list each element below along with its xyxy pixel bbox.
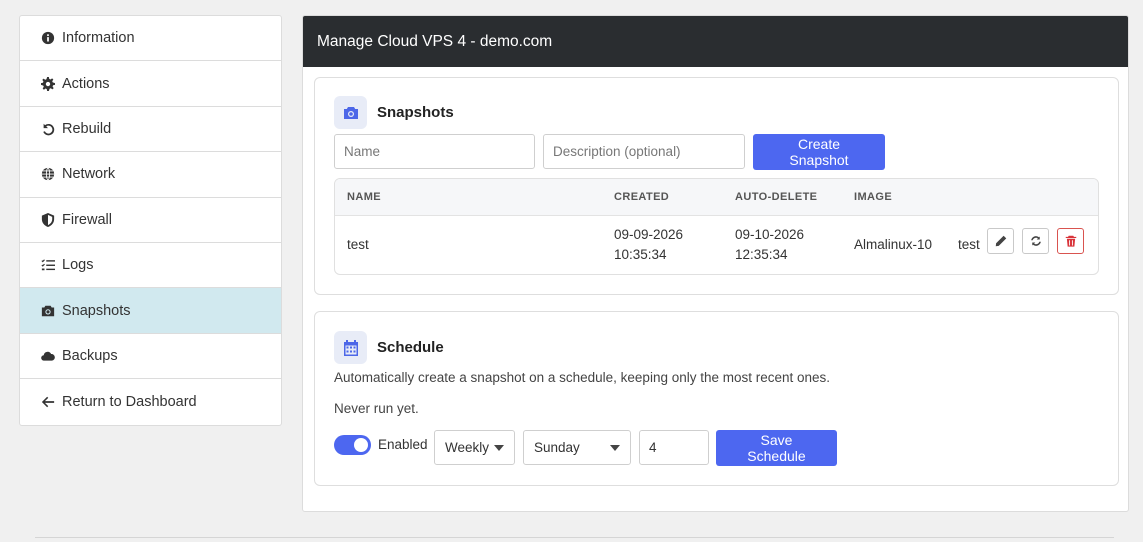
shield-icon xyxy=(40,212,55,227)
column-header-created: CREATED xyxy=(614,191,670,203)
sidebar-item-actions[interactable]: Actions xyxy=(20,61,281,107)
undo-icon xyxy=(40,121,55,136)
sidebar-item-information[interactable]: Information xyxy=(20,16,281,62)
arrow-left-icon xyxy=(40,394,55,409)
table-row: test 09-09-2026 10:35:34 09-10-2026 12:3… xyxy=(335,216,1098,274)
sidebar-item-firewall[interactable]: Firewall xyxy=(20,198,281,243)
schedule-heading: Schedule xyxy=(334,331,444,364)
cloud-icon xyxy=(40,348,55,363)
snapshots-title: Snapshots xyxy=(377,104,454,121)
pencil-icon xyxy=(995,235,1006,247)
chevron-down-icon xyxy=(610,445,620,451)
sidebar-item-label: Actions xyxy=(62,75,110,92)
snapshot-description-cell: test xyxy=(958,237,980,252)
save-schedule-button[interactable]: Save Schedule xyxy=(716,430,837,466)
snapshots-heading: Snapshots xyxy=(334,96,454,129)
sidebar-item-snapshots[interactable]: Snapshots xyxy=(20,288,281,334)
snapshot-image-cell: Almalinux-10 xyxy=(854,237,933,252)
sidebar-item-return-dashboard[interactable]: Return to Dashboard xyxy=(20,379,281,424)
autodelete-date: 09-10-2026 xyxy=(735,227,805,242)
snapshot-description-input[interactable] xyxy=(543,134,745,169)
camera-icon xyxy=(40,303,55,318)
sidebar-item-label: Rebuild xyxy=(62,120,112,137)
snapshots-card: Snapshots Create Snapshot NAME CREATED A… xyxy=(314,77,1119,295)
sidebar-nav: Information Actions Rebuild Network Fire… xyxy=(19,15,282,426)
sidebar-item-label: Backups xyxy=(62,347,118,364)
created-date: 09-09-2026 xyxy=(614,227,684,242)
snapshot-name-cell: test xyxy=(347,237,369,252)
enabled-label: Enabled xyxy=(378,437,428,452)
page-title: Manage Cloud VPS 4 - demo.com xyxy=(303,16,1128,67)
autodelete-time: 12:35:34 xyxy=(735,247,788,262)
schedule-description: Automatically create a snapshot on a sch… xyxy=(334,370,831,385)
chevron-down-icon xyxy=(494,445,504,451)
sidebar-item-label: Network xyxy=(62,166,116,183)
toggle-knob xyxy=(354,438,368,452)
sidebar-item-label: Firewall xyxy=(62,211,112,228)
sidebar-item-label: Logs xyxy=(62,257,94,274)
column-header-image: IMAGE xyxy=(854,191,893,203)
frequency-value: Weekly xyxy=(445,440,490,455)
sidebar-item-rebuild[interactable]: Rebuild xyxy=(20,107,281,153)
column-header-auto-delete: AUTO-DELETE xyxy=(735,191,818,203)
frequency-select[interactable]: Weekly xyxy=(434,430,515,465)
sidebar-item-network[interactable]: Network xyxy=(20,152,281,198)
schedule-enabled-toggle[interactable] xyxy=(334,435,371,455)
table-header: NAME CREATED AUTO-DELETE IMAGE xyxy=(335,179,1098,216)
create-snapshot-button[interactable]: Create Snapshot xyxy=(753,134,885,170)
schedule-title: Schedule xyxy=(377,339,444,356)
snapshot-name-input[interactable] xyxy=(334,134,535,169)
sidebar-item-backups[interactable]: Backups xyxy=(20,334,281,380)
sidebar-item-label: Snapshots xyxy=(62,302,131,319)
snapshot-created-cell: 09-09-2026 10:35:34 xyxy=(614,225,683,265)
main-panel: Manage Cloud VPS 4 - demo.com Snapshots … xyxy=(302,15,1129,512)
calendar-icon xyxy=(334,331,367,364)
created-time: 10:35:34 xyxy=(614,247,667,262)
schedule-status: Never run yet. xyxy=(334,401,419,416)
day-select[interactable]: Sunday xyxy=(523,430,631,465)
trash-icon xyxy=(1065,235,1076,247)
sidebar-item-logs[interactable]: Logs xyxy=(20,243,281,289)
snapshot-autodelete-cell: 09-10-2026 12:35:34 xyxy=(735,225,804,265)
footer-divider xyxy=(35,537,1114,538)
sidebar-item-label: Information xyxy=(62,30,135,47)
sync-icon xyxy=(1030,236,1041,246)
delete-snapshot-button[interactable] xyxy=(1057,228,1084,254)
globe-icon xyxy=(40,167,55,182)
camera-icon xyxy=(334,96,367,129)
keep-count-input[interactable] xyxy=(639,430,709,465)
list-check-icon xyxy=(40,258,55,273)
info-circle-icon xyxy=(40,31,55,46)
day-value: Sunday xyxy=(534,440,580,455)
sidebar-item-label: Return to Dashboard xyxy=(62,393,197,410)
gear-icon xyxy=(40,76,55,91)
edit-snapshot-button[interactable] xyxy=(987,228,1014,254)
schedule-card: Schedule Automatically create a snapshot… xyxy=(314,311,1119,486)
snapshots-table: NAME CREATED AUTO-DELETE IMAGE test 09-0… xyxy=(334,178,1099,275)
restore-snapshot-button[interactable] xyxy=(1022,228,1049,254)
column-header-name: NAME xyxy=(347,191,381,203)
